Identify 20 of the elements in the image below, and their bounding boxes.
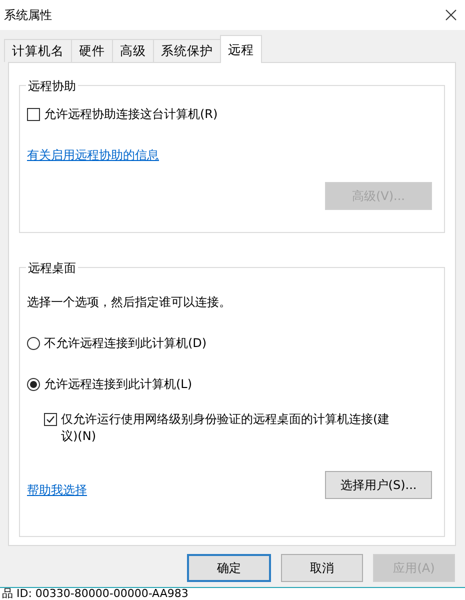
- checkbox[interactable]: [27, 108, 40, 121]
- dialog-button[interactable]: 确定: [187, 554, 271, 582]
- checkbox[interactable]: [44, 413, 57, 426]
- group-title: 远程桌面: [26, 260, 78, 277]
- checkbox-label: 允许远程协助连接这台计算机(R): [44, 106, 218, 123]
- background-text: 品 ID: 00330-80000-00000-AA983: [1, 588, 190, 600]
- checkbox-label: 仅允许运行使用网络级别身份验证的远程桌面的计算机连接(建议)(N): [61, 411, 391, 445]
- tab[interactable]: 远程: [220, 35, 262, 63]
- instruction-text: 选择一个选项，然后指定谁可以连接。: [27, 294, 232, 311]
- close-icon[interactable]: [445, 9, 457, 21]
- select-users-button[interactable]: 选择用户(S)...: [325, 471, 432, 499]
- tab[interactable]: 计算机名: [4, 39, 72, 62]
- dialog-button[interactable]: 取消: [281, 554, 363, 582]
- radio-button[interactable]: [27, 337, 40, 350]
- help-link[interactable]: 帮助我选择: [27, 482, 87, 499]
- radio-label: 允许远程连接到此计算机(L): [44, 376, 192, 393]
- radio-label: 不允许远程连接到此计算机(D): [44, 335, 207, 352]
- radio-button[interactable]: [27, 378, 40, 391]
- info-link[interactable]: 有关启用远程协助的信息: [27, 148, 159, 162]
- window-title: 系统属性: [4, 6, 52, 24]
